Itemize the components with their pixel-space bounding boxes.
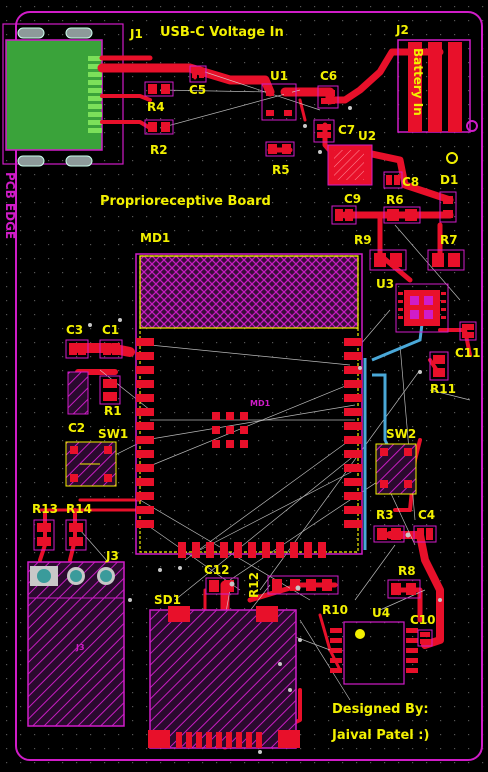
pcb-layout-canvas: J1 USB-C Voltage In PCB EDGE R4 R2 C5 U1… [0,0,488,772]
designator-c2: C2 [68,421,85,435]
designator-r11: R11 [430,382,456,396]
designator-c1: C1 [102,323,119,337]
designator-r8: R8 [398,564,416,578]
regulator-u2[interactable] [327,144,373,186]
designator-r4: R4 [147,100,165,114]
md1-silk-small: MD1 [250,399,271,408]
switch-sw2[interactable] [375,443,417,495]
designer-name: Jaival Patel :) [331,728,429,743]
designator-c12: C12 [204,563,230,577]
designator-sw2: SW2 [386,427,416,441]
designator-c10: C10 [410,613,436,627]
designator-c4: C4 [418,508,435,522]
designator-j3: J3 [105,549,119,563]
designator-r1: R1 [104,404,122,418]
designator-c9: C9 [344,192,361,206]
designator-r14: R14 [66,502,92,516]
designator-c5: C5 [189,83,206,97]
designator-r6: R6 [386,193,404,207]
switch-sw1[interactable] [65,441,117,487]
designator-sw1: SW1 [98,427,128,441]
designator-u1: U1 [270,69,288,83]
title-usb-c-voltage-in: USB-C Voltage In [160,25,284,40]
pcb-edge-label: PCB EDGE [3,172,17,239]
designator-r5: R5 [272,163,290,177]
designator-u4: U4 [372,606,390,620]
designator-md1: MD1 [140,231,170,245]
designator-c3: C3 [66,323,83,337]
designator-j2: J2 [395,23,409,37]
sd-card-sd1[interactable] [148,606,300,749]
designator-u2: U2 [358,129,376,143]
designator-u3: U3 [376,277,394,291]
designator-r7: R7 [440,233,458,247]
designator-c7: C7 [338,123,355,137]
designator-sd1: SD1 [154,593,181,607]
designator-r2: R2 [150,143,168,157]
designator-r10: R10 [322,603,348,617]
designed-by-label: Designed By: [332,702,429,717]
designator-d1: D1 [440,173,458,187]
j3-silk-small: J3 [75,643,85,652]
designator-r12: R12 [247,572,261,598]
designator-r3: R3 [376,508,394,522]
designator-j1: J1 [129,27,143,41]
designator-r13: R13 [32,502,58,516]
title-proprioreceptive-board: Proprioreceptive Board [100,194,271,209]
designator-c11: C11 [455,346,481,360]
designator-r9: R9 [354,233,372,247]
battery-in-label: Battery In [411,48,425,116]
designator-c8: C8 [402,175,419,189]
designator-c6: C6 [320,69,337,83]
